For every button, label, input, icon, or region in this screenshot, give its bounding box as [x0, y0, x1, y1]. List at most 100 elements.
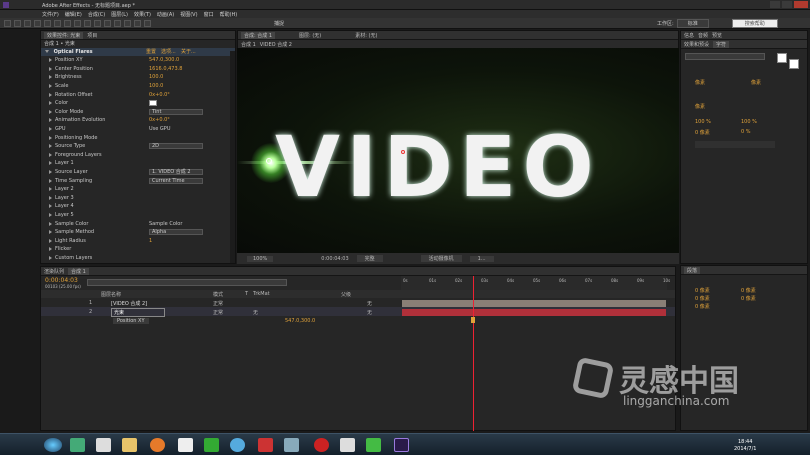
expand-triangle-icon[interactable]: [49, 255, 52, 260]
taskbar-app-8-icon[interactable]: [258, 438, 273, 452]
layer-1-bar[interactable]: [402, 300, 666, 307]
expand-triangle-icon[interactable]: [49, 195, 52, 200]
taskbar-app-12-icon[interactable]: [366, 438, 381, 452]
views-select[interactable]: 1...: [469, 255, 494, 262]
pen-tool-icon[interactable]: [84, 19, 91, 27]
property-row[interactable]: Animation Evolution 0x+0.0°: [49, 116, 235, 125]
camera-select[interactable]: 活动摄像机: [420, 255, 462, 262]
horizontal-scale-value[interactable]: 100 %: [741, 119, 757, 125]
effect-title-row[interactable]: Optical Flares 重置 选项... 关于...: [41, 48, 235, 56]
property-row[interactable]: Rotation Offset 0x+0.0°: [49, 90, 235, 99]
clock-time[interactable]: 18:44: [738, 439, 752, 445]
expand-triangle-icon[interactable]: [49, 66, 52, 71]
expand-triangle-icon[interactable]: [45, 50, 49, 53]
expand-triangle-icon[interactable]: [49, 212, 52, 217]
expand-triangle-icon[interactable]: [49, 84, 52, 89]
tab-effects-presets[interactable]: 效果和预设: [684, 41, 709, 48]
menu-item-0[interactable]: 文件(F): [42, 11, 59, 18]
brush-tool-icon[interactable]: [104, 19, 111, 27]
tsume-value[interactable]: 0 %: [741, 129, 751, 135]
property-row[interactable]: GPU Use GPU: [49, 125, 235, 134]
expand-triangle-icon[interactable]: [49, 178, 52, 183]
layer-search-input[interactable]: [87, 279, 287, 286]
search-help-input[interactable]: 搜索帮助: [731, 18, 778, 28]
tab-effect-controls[interactable]: 效果控件: 光束: [44, 31, 84, 39]
selection-tool-icon[interactable]: [14, 19, 21, 27]
sub-prop-value[interactable]: 547.0,300.0: [285, 318, 315, 324]
taskbar-app-9-icon[interactable]: [284, 438, 299, 452]
workspace-select[interactable]: 标准: [676, 18, 709, 28]
property-value[interactable]: 547.0,300.0: [149, 57, 179, 63]
property-row[interactable]: Light Radius 1: [49, 236, 235, 245]
layer-mode-2[interactable]: 正常: [213, 309, 223, 316]
tab-character[interactable]: 字符: [713, 40, 730, 48]
menu-item-3[interactable]: 图层(L): [111, 11, 128, 18]
property-value[interactable]: 100.0: [149, 83, 163, 89]
tab-info[interactable]: 信息: [684, 32, 694, 39]
leading-value[interactable]: 像素: [751, 79, 761, 86]
indent-first-value[interactable]: 0 像素: [695, 295, 710, 302]
puppet-tool-icon[interactable]: [144, 19, 151, 27]
property-row[interactable]: Time Sampling Current Time: [49, 176, 235, 185]
taskbar-app-5-icon[interactable]: [178, 438, 193, 452]
layer-name-1[interactable]: [VIDEO 合成 2]: [111, 300, 147, 307]
effect-panel-scrollbar[interactable]: [230, 51, 235, 263]
property-value[interactable]: 0x+0.0°: [149, 117, 170, 123]
property-value[interactable]: 1: [149, 238, 152, 244]
property-row[interactable]: Layer 3: [49, 194, 235, 203]
sub-property-row[interactable]: Position XY 547.0,300.0: [41, 316, 675, 325]
taskbar-app-6-icon[interactable]: [204, 438, 219, 452]
property-row[interactable]: Scale 100.0: [49, 82, 235, 91]
eraser-tool-icon[interactable]: [124, 19, 131, 27]
tab-footage[interactable]: 素材: (无): [355, 32, 377, 39]
composition-viewer[interactable]: VIDEO: [237, 48, 679, 253]
property-dropdown[interactable]: 1. VIDEO 合成 2: [149, 169, 203, 176]
taskbar-firefox-icon[interactable]: [150, 438, 165, 452]
expand-triangle-icon[interactable]: [49, 221, 52, 226]
layer-parent-2[interactable]: 无: [367, 309, 372, 316]
expand-triangle-icon[interactable]: [49, 230, 52, 235]
layer-trkmat-2[interactable]: 无: [253, 309, 258, 316]
taskbar-explorer-icon[interactable]: [122, 438, 137, 452]
keyframe-marker[interactable]: [471, 317, 475, 323]
close-button[interactable]: [794, 1, 808, 8]
expand-triangle-icon[interactable]: [49, 75, 52, 80]
property-value[interactable]: 0x+0.0°: [149, 92, 170, 98]
layer-2-bar[interactable]: [402, 309, 666, 316]
snap-label[interactable]: 捕捉: [274, 20, 284, 27]
property-row[interactable]: Positioning Mode: [49, 133, 235, 142]
resolution-select[interactable]: 完整: [356, 255, 383, 262]
text-tool-icon[interactable]: [94, 19, 101, 27]
property-dropdown[interactable]: 2D: [149, 143, 203, 150]
menu-item-1[interactable]: 编辑(E): [65, 11, 82, 18]
property-row[interactable]: Layer 1: [49, 159, 235, 168]
roto-tool-icon[interactable]: [134, 19, 141, 27]
baseline-shift-value[interactable]: 0 像素: [695, 129, 710, 136]
start-button-icon[interactable]: [44, 438, 62, 452]
property-row[interactable]: Sample Color Sample Color: [49, 219, 235, 228]
taskbar-app-1-icon[interactable]: [70, 438, 85, 452]
maximize-button[interactable]: [782, 1, 792, 8]
property-dropdown[interactable]: Current Time: [149, 177, 203, 184]
menu-item-5[interactable]: 动画(A): [157, 11, 174, 18]
stroke-width-value[interactable]: 像素: [695, 103, 705, 110]
menu-item-2[interactable]: 合成(C): [88, 11, 105, 18]
clock-date[interactable]: 2014/7/1: [734, 446, 756, 452]
fill-color-swatch[interactable]: [777, 53, 787, 63]
property-row[interactable]: Source Layer 1. VIDEO 合成 2: [49, 168, 235, 177]
taskbar-app-10-icon[interactable]: [314, 438, 329, 452]
menu-item-8[interactable]: 帮助(H): [220, 11, 238, 18]
viewer-timecode[interactable]: 0:00:04:03: [321, 256, 348, 262]
reset-link[interactable]: 重置: [146, 48, 156, 56]
stamp-tool-icon[interactable]: [114, 19, 121, 27]
subtab-comp1[interactable]: 合成 1: [241, 41, 256, 48]
property-row[interactable]: Color: [49, 99, 235, 108]
expand-triangle-icon[interactable]: [49, 135, 52, 140]
property-dropdown[interactable]: Alpha: [149, 229, 203, 236]
expand-triangle-icon[interactable]: [49, 170, 52, 175]
expand-triangle-icon[interactable]: [49, 109, 52, 114]
pan-behind-tool-icon[interactable]: [64, 19, 71, 27]
flare-position-handle-icon[interactable]: [266, 158, 272, 164]
expand-triangle-icon[interactable]: [49, 247, 52, 252]
options-link[interactable]: 选项...: [161, 48, 176, 56]
